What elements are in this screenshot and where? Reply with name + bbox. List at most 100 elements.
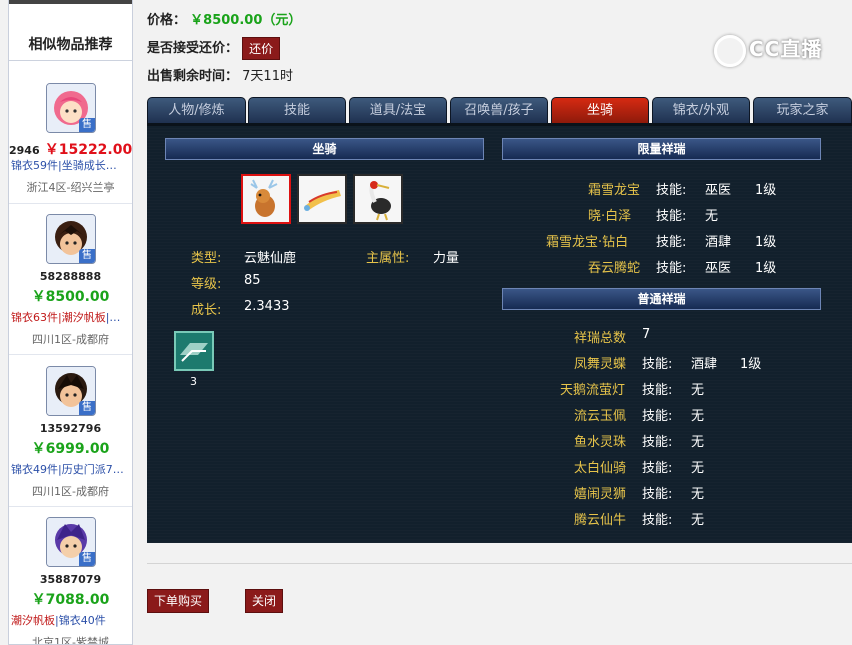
time-remaining-row: 出售剩余时间： 7天11时 — [147, 65, 293, 84]
counter-offer-row: 是否接受还价： 还价 — [147, 37, 281, 60]
item-tags[interactable]: 锦衣49件|历史门派7… — [11, 461, 132, 477]
skill-label: 技能: — [642, 435, 673, 450]
skill-label: 技能: — [656, 261, 687, 276]
time-remaining-value: 7天11时 — [242, 69, 293, 84]
skill-label: 技能: — [642, 409, 673, 424]
close-button[interactable]: 关闭 — [245, 589, 283, 613]
character-avatar[interactable]: 售 — [46, 83, 96, 133]
divider — [147, 563, 852, 564]
detail-tabs: 人物/修炼 技能 道具/法宝 召唤兽/孩子 坐骑 锦衣/外观 玩家之家 — [147, 97, 852, 123]
item-id-price: 2946 ￥15222.00 — [9, 139, 132, 159]
scroll-mount-icon[interactable] — [297, 174, 347, 224]
cc-live-watermark: CC直播 — [714, 33, 822, 67]
tag[interactable]: 锦衣49件 — [11, 463, 58, 476]
time-remaining-label: 出售剩余时间： — [147, 69, 239, 84]
skill-value: 巫医 — [705, 183, 732, 198]
skill-level: 1级 — [740, 357, 762, 372]
limited-item-name: 霜雪龙宝·钻白 — [546, 235, 629, 250]
divider — [9, 506, 132, 507]
tab-mounts[interactable]: 坐骑 — [551, 97, 649, 123]
normal-item-name: 凤舞灵蝶 — [574, 357, 627, 372]
sell-tag: 售 — [79, 401, 95, 415]
tag[interactable]: |… — [106, 311, 121, 324]
skill-label: 技能: — [656, 209, 687, 224]
recommend-item[interactable]: 售 13592796 ￥6999.00 锦衣49件|历史门派7… 四川1区-成都… — [9, 366, 132, 516]
character-avatar[interactable]: 售 — [46, 366, 96, 416]
item-price: ￥6999.00 — [31, 441, 110, 457]
mount-skill-icon[interactable] — [174, 331, 214, 371]
total-label: 祥瑞总数 — [574, 331, 627, 346]
limited-item-name: 吞云腾蛇 — [588, 261, 641, 276]
item-id: 58288888 — [39, 270, 102, 283]
tag[interactable]: 坐骑成长… — [62, 159, 117, 172]
skill-label: 技能: — [656, 235, 687, 250]
price-value: ￥8500.00（元） — [190, 13, 302, 28]
item-id: 35887079 — [39, 573, 102, 586]
tag[interactable]: 锦衣63件 — [11, 311, 58, 324]
limited-item-name: 晓·白泽 — [588, 209, 632, 224]
divider — [9, 354, 132, 355]
limited-section-header: 限量祥瑞 — [502, 138, 821, 160]
skill-label: 技能: — [642, 357, 673, 372]
item-tags[interactable]: 锦衣59件|坐骑成长… — [11, 157, 132, 173]
mount-panel: 坐骑 类型: 云魅仙鹿 主属性: 力量 等级: 85 成长: 2.3433 3 … — [147, 123, 852, 543]
tag[interactable]: 锦衣59件 — [11, 159, 58, 172]
crane-mount-icon[interactable] — [353, 174, 403, 224]
tab-summons[interactable]: 召唤兽/孩子 — [450, 97, 548, 123]
normal-section-header: 普通祥瑞 — [502, 288, 821, 310]
skill-level: 1级 — [755, 235, 777, 250]
type-value: 云魅仙鹿 — [244, 251, 297, 266]
buy-button[interactable]: 下单购买 — [147, 589, 209, 613]
skill-label: 技能: — [642, 513, 673, 528]
recommend-item[interactable]: 售 58288888 ￥8500.00 锦衣63件|潮汐帆板|… 四川1区-成都… — [9, 214, 132, 364]
item-server: 四川1区-成都府 — [32, 485, 109, 498]
item-price: ￥8500.00 — [31, 289, 110, 305]
skill-label: 技能: — [642, 383, 673, 398]
tag[interactable]: 潮汐帆板 — [11, 614, 55, 627]
skill-level: 1级 — [755, 183, 777, 198]
tab-skills[interactable]: 技能 — [248, 97, 346, 123]
mount-section-header: 坐骑 — [165, 138, 484, 160]
item-tags[interactable]: 锦衣63件|潮汐帆板|… — [11, 309, 132, 325]
item-id: 2946 — [9, 144, 40, 157]
item-tags[interactable]: 潮汐帆板|锦衣40件 — [11, 612, 132, 628]
skill-label: 技能: — [656, 183, 687, 198]
skill-value: 无 — [691, 461, 705, 476]
character-avatar[interactable]: 售 — [46, 517, 96, 567]
skill-value: 酒肆 — [705, 235, 732, 250]
divider — [9, 203, 132, 204]
item-server: 四川1区-成都府 — [32, 333, 109, 346]
skill-value: 无 — [691, 487, 705, 502]
character-avatar[interactable]: 售 — [46, 214, 96, 264]
tag[interactable]: 潮汐帆板 — [62, 311, 106, 324]
watermark-text: CC直播 — [749, 37, 823, 61]
tab-home[interactable]: 玩家之家 — [753, 97, 852, 123]
counter-offer-button[interactable]: 还价 — [242, 37, 281, 60]
skill-value: 无 — [691, 435, 705, 450]
tab-items[interactable]: 道具/法宝 — [349, 97, 447, 123]
item-price: ￥7088.00 — [31, 592, 110, 608]
deer-mount-icon[interactable] — [241, 174, 291, 224]
skill-label: 技能: — [642, 461, 673, 476]
limited-item-name: 霜雪龙宝 — [588, 183, 641, 198]
normal-item-name: 太白仙骑 — [574, 461, 627, 476]
sell-tag: 售 — [79, 249, 95, 263]
sell-tag: 售 — [79, 552, 95, 566]
tag[interactable]: 历史门派7… — [62, 463, 124, 476]
normal-item-name: 嬉闹灵狮 — [574, 487, 627, 502]
item-server: 浙江4区-绍兴兰亭 — [26, 181, 115, 194]
recommend-item[interactable]: 售 35887079 ￥7088.00 潮汐帆板|锦衣40件 北京1区-紫禁城 — [9, 517, 132, 644]
divider — [9, 60, 132, 61]
tab-character[interactable]: 人物/修炼 — [147, 97, 246, 123]
main-attr-label: 主属性: — [366, 251, 410, 266]
tag[interactable]: 锦衣40件 — [59, 614, 106, 627]
tab-costumes[interactable]: 锦衣/外观 — [652, 97, 750, 123]
main-attr-value: 力量 — [433, 251, 460, 266]
recommend-item[interactable]: 售 2946 ￥15222.00 锦衣59件|坐骑成长… 浙江4区-绍兴兰亭 — [9, 83, 132, 233]
cc-logo-icon — [714, 34, 746, 67]
normal-item-name: 流云玉佩 — [574, 409, 627, 424]
growth-value: 2.3433 — [244, 299, 290, 314]
skill-value: 无 — [691, 513, 705, 528]
skill-value: 酒肆 — [691, 357, 718, 372]
level-label: 等级: — [191, 277, 222, 292]
